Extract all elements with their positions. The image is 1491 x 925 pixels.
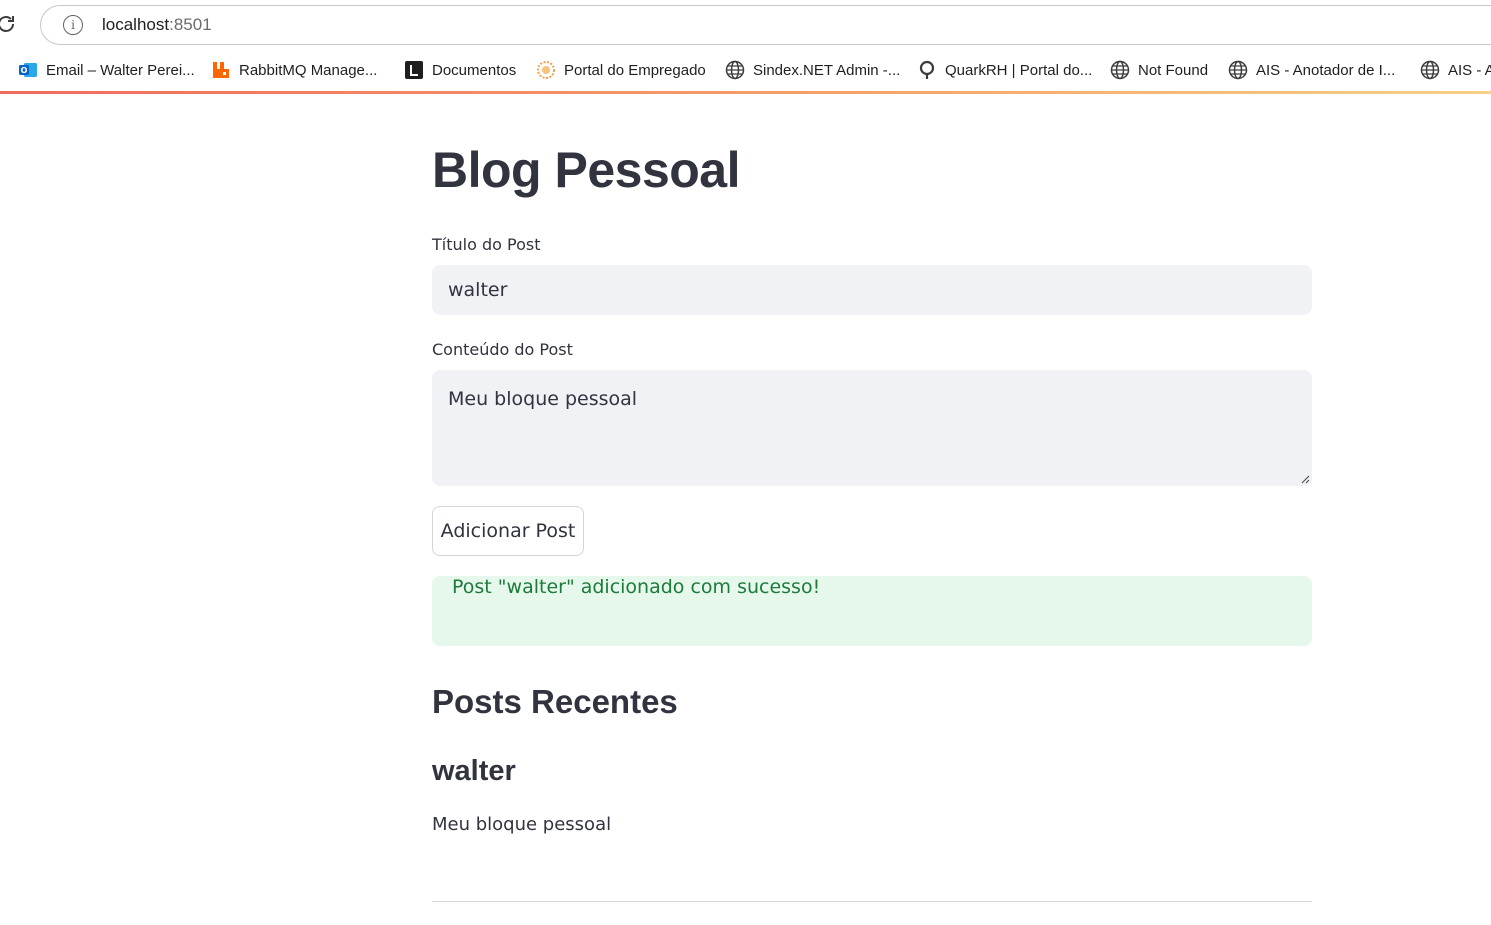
post-title-label: Título do Post xyxy=(432,235,541,254)
globe-icon xyxy=(1110,60,1130,80)
bookmark-email[interactable]: O Email – Walter Perei... xyxy=(18,58,195,82)
post-title-input[interactable]: walter xyxy=(432,265,1312,315)
bookmark-label: Portal do Empregado xyxy=(564,61,706,79)
bookmark-quarkrh[interactable]: QuarkRH | Portal do... xyxy=(917,58,1092,82)
post-content-textarea[interactable]: Meu bloque pessoal xyxy=(432,370,1312,486)
divider xyxy=(432,901,1312,902)
recent-posts-heading: Posts Recentes xyxy=(432,683,678,720)
portal-icon xyxy=(537,61,555,79)
site-info-icon[interactable]: i xyxy=(63,15,83,35)
page-title: Blog Pessoal xyxy=(432,142,740,198)
bookmark-label: AIS - A xyxy=(1448,61,1491,79)
bookmarks-bar: O Email – Walter Perei... RabbitMQ Manag… xyxy=(0,54,1491,86)
globe-icon xyxy=(725,60,745,80)
quark-icon xyxy=(919,60,935,79)
add-post-button[interactable]: Adicionar Post xyxy=(432,506,584,556)
documentos-icon xyxy=(405,61,423,79)
bookmark-rabbitmq[interactable]: RabbitMQ Manage... xyxy=(211,58,377,82)
address-bar[interactable]: i localhost:8501 xyxy=(40,5,1491,45)
loading-accent-bar xyxy=(0,91,1491,94)
url-text: localhost:8501 xyxy=(102,15,212,34)
bookmark-label: Email – Walter Perei... xyxy=(46,61,195,79)
globe-icon xyxy=(1420,60,1440,80)
bookmark-label: Sindex.NET Admin -... xyxy=(753,61,901,79)
bookmark-label: AIS - Anotador de I... xyxy=(1256,61,1396,79)
bookmark-ais-anotador[interactable]: AIS - Anotador de I... xyxy=(1228,58,1395,82)
success-alert: Post "walter" adicionado com sucesso! xyxy=(432,576,1312,646)
browser-chrome: i localhost:8501 O Email – Walter Perei.… xyxy=(0,0,1491,95)
bookmark-label: Not Found xyxy=(1138,61,1209,79)
bookmark-documentos[interactable]: Documentos xyxy=(404,58,516,82)
post-item-content: Meu bloque pessoal xyxy=(432,814,612,835)
svg-text:O: O xyxy=(21,66,28,75)
outlook-icon: O xyxy=(19,63,37,77)
bookmark-label: QuarkRH | Portal do... xyxy=(945,61,1093,79)
bookmark-label: Documentos xyxy=(432,61,517,79)
bookmark-ais[interactable]: AIS - A xyxy=(1420,58,1491,82)
post-content-value: Meu bloque pessoal xyxy=(448,388,638,410)
resize-handle-icon[interactable] xyxy=(1300,474,1310,484)
app-main: Blog Pessoal Título do Post walter Conte… xyxy=(432,95,1312,925)
globe-icon xyxy=(1228,60,1248,80)
bookmark-portal-empregado[interactable]: Portal do Empregado xyxy=(536,58,706,82)
rabbitmq-icon xyxy=(213,62,229,78)
bookmark-not-found[interactable]: Not Found xyxy=(1110,58,1208,82)
post-content-label: Conteúdo do Post xyxy=(432,340,573,359)
reload-icon[interactable] xyxy=(0,12,18,36)
post-title-value: walter xyxy=(448,279,508,301)
post-item-title: walter xyxy=(432,755,516,787)
bookmark-label: RabbitMQ Manage... xyxy=(239,61,378,79)
bookmark-sindex[interactable]: Sindex.NET Admin -... xyxy=(725,58,900,82)
